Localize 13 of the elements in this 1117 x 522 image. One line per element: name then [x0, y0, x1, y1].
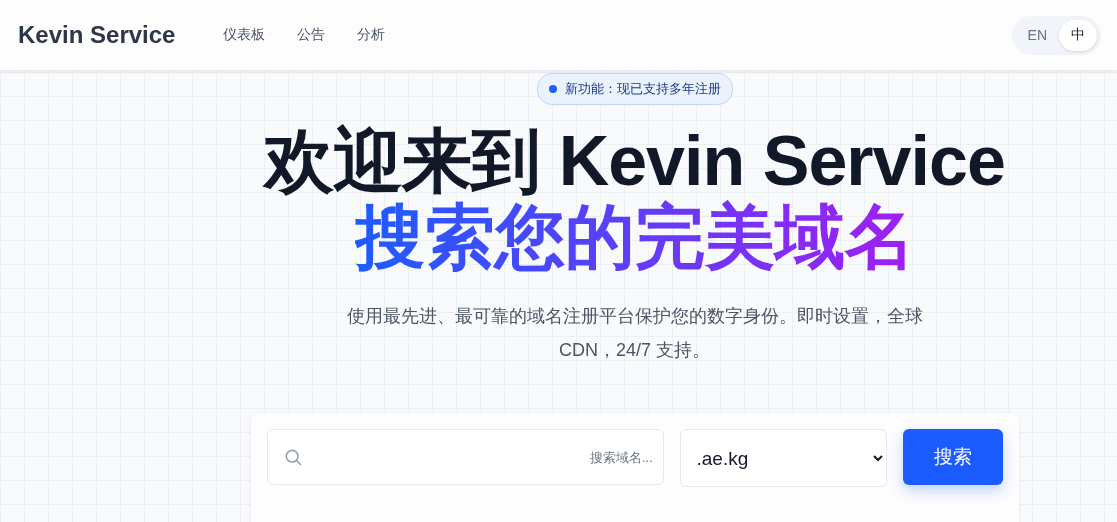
- badge-text: 新功能：现已支持多年注册: [564, 80, 721, 98]
- nav-link[interactable]: 仪表板: [223, 26, 266, 44]
- hero-subtitle: 使用最先进、最可靠的域名注册平台保护您的数字身份。即时设置，全球 CDN，24/7 支持。: [345, 305, 924, 362]
- suffix-select[interactable]: .ae.kg: [679, 429, 887, 487]
- nav-link[interactable]: 公告: [297, 26, 326, 44]
- language-option[interactable]: 中: [1059, 19, 1097, 51]
- language-option[interactable]: EN: [1015, 19, 1059, 51]
- hero-title: 欢迎来到 Kevin Service: [264, 123, 1005, 199]
- nav-link[interactable]: 分析: [357, 26, 386, 44]
- search-field[interactable]: 搜索域名...: [266, 429, 664, 485]
- brand-name: Kevin Service: [18, 21, 176, 49]
- search-button[interactable]: 搜索: [902, 429, 1003, 485]
- dot-icon: [548, 85, 557, 93]
